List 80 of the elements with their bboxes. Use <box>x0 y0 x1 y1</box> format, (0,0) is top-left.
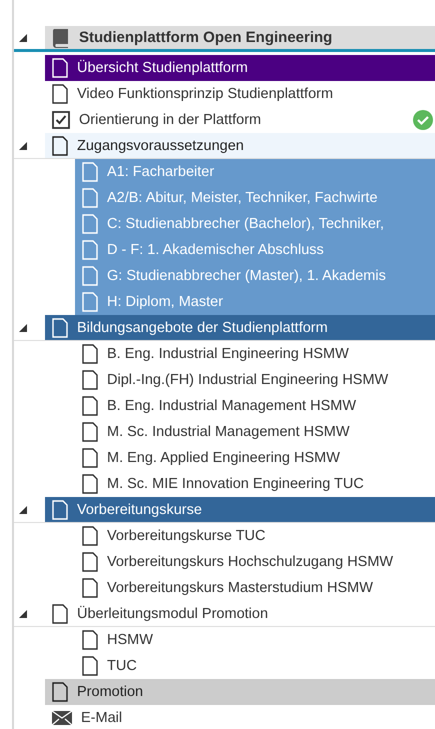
item-label: C: Studienabbrecher (Bachelor), Techniker, <box>107 216 384 232</box>
tree-item[interactable]: Vorbereitungskurse <box>45 497 435 522</box>
item-label: B. Eng. Industrial Management HSMW <box>107 398 356 414</box>
item-label: G: Studienabbrecher (Master), 1. Akademis <box>107 268 386 284</box>
item-label: M. Sc. Industrial Management HSMW <box>107 424 350 440</box>
collapse-triangle-icon[interactable] <box>19 324 27 332</box>
item-label: Überleitungsmodul Promotion <box>77 606 268 622</box>
item-label: M. Eng. Applied Engineering HSMW <box>107 450 340 466</box>
tree-item[interactable]: Dipl.-Ing.(FH) Industrial Engineering HSMW <box>75 367 435 393</box>
item-label: Video Funktionsprinzip Studienplattform <box>77 86 334 102</box>
tree-item[interactable]: Video Funktionsprinzip Studienplattform <box>45 81 435 107</box>
tree-item[interactable]: Zugangsvoraussetzungen <box>45 133 435 158</box>
item-label: Vorbereitungskurs Hochschulzugang HSMW <box>107 554 394 570</box>
item-label: D - F: 1. Akademischer Abschluss <box>107 242 324 258</box>
page-icon <box>82 292 98 312</box>
tree-item[interactable]: B. Eng. Industrial Management HSMW <box>75 393 435 419</box>
page-icon <box>52 84 68 104</box>
item-label: B. Eng. Industrial Engineering HSMW <box>107 346 349 362</box>
item-label: H: Diplom, Master <box>107 294 224 310</box>
collapse-triangle-icon[interactable] <box>19 34 27 42</box>
page-icon <box>52 604 68 624</box>
page-icon <box>82 214 98 234</box>
page-icon <box>82 474 98 494</box>
item-label: Dipl.-Ing.(FH) Industrial Engineering HSMW <box>107 372 388 388</box>
book-icon <box>52 28 70 48</box>
tree-item[interactable]: M. Eng. Applied Engineering HSMW <box>75 445 435 471</box>
page-icon <box>52 136 68 156</box>
tree-item[interactable]: E-Mail <box>45 705 435 729</box>
item-label: Vorbereitungskurs Masterstudium HSMW <box>107 580 373 596</box>
tree-item[interactable]: Überleitungsmodul Promotion <box>45 601 435 626</box>
page-icon <box>82 240 98 260</box>
tree-item[interactable]: Bildungsangebote der Studienplattform <box>45 315 435 340</box>
item-label: A1: Facharbeiter <box>107 164 214 180</box>
page-icon <box>82 526 98 546</box>
item-label: Studienplattform Open Engineering <box>79 29 332 46</box>
collapse-triangle-icon[interactable] <box>19 506 27 514</box>
page-icon <box>82 630 98 650</box>
page-icon <box>82 162 98 182</box>
item-label: TUC <box>107 658 137 674</box>
page-icon <box>82 188 98 208</box>
page-icon <box>82 370 98 390</box>
item-label: Vorbereitungskurse <box>77 502 202 518</box>
checkbox-icon <box>52 111 70 129</box>
page-icon <box>82 656 98 676</box>
item-label: Übersicht Studienplattform <box>77 60 248 76</box>
page-icon <box>52 318 68 338</box>
tree-item[interactable]: Vorbereitungskurs Masterstudium HSMW <box>75 575 435 601</box>
tree-item[interactable]: HSMW <box>75 627 435 653</box>
tree-item[interactable]: M. Sc. Industrial Management HSMW <box>75 419 435 445</box>
page-icon <box>82 344 98 364</box>
item-label: Orientierung in der Plattform <box>79 112 262 128</box>
tree-root-item[interactable]: Studienplattform Open Engineering <box>45 26 435 49</box>
page-icon <box>52 682 68 702</box>
collapse-triangle-icon[interactable] <box>19 610 27 618</box>
item-label: M. Sc. MIE Innovation Engineering TUC <box>107 476 364 492</box>
item-label: Vorbereitungskurse TUC <box>107 528 266 544</box>
tree-item[interactable]: Orientierung in der Plattform <box>45 107 435 133</box>
tree-item[interactable]: M. Sc. MIE Innovation Engineering TUC <box>75 471 435 497</box>
item-label: E-Mail <box>81 710 122 726</box>
tree-item[interactable]: Vorbereitungskurse TUC <box>75 523 435 549</box>
envelope-icon <box>52 711 72 725</box>
tree-item[interactable]: Übersicht Studienplattform <box>45 55 435 81</box>
page-icon <box>82 422 98 442</box>
tree-item[interactable]: Vorbereitungskurs Hochschulzugang HSMW <box>75 549 435 575</box>
page-icon <box>82 266 98 286</box>
page-icon <box>52 500 68 520</box>
tree-item[interactable]: TUC <box>75 653 435 679</box>
page-icon <box>82 448 98 468</box>
page-icon <box>82 396 98 416</box>
item-label: Zugangsvoraussetzungen <box>77 138 244 154</box>
item-label: A2/B: Abitur, Meister, Techniker, Fachwirte <box>107 190 378 206</box>
item-label: Promotion <box>77 684 144 700</box>
collapse-triangle-icon[interactable] <box>19 142 27 150</box>
page-icon <box>82 578 98 598</box>
tree-item[interactable]: B. Eng. Industrial Engineering HSMW <box>75 341 435 367</box>
page-icon <box>82 552 98 572</box>
tree-item[interactable]: Promotion <box>45 679 435 705</box>
page-icon <box>52 58 68 78</box>
item-label: Bildungsangebote der Studienplattform <box>77 320 328 336</box>
item-label: HSMW <box>107 632 153 648</box>
